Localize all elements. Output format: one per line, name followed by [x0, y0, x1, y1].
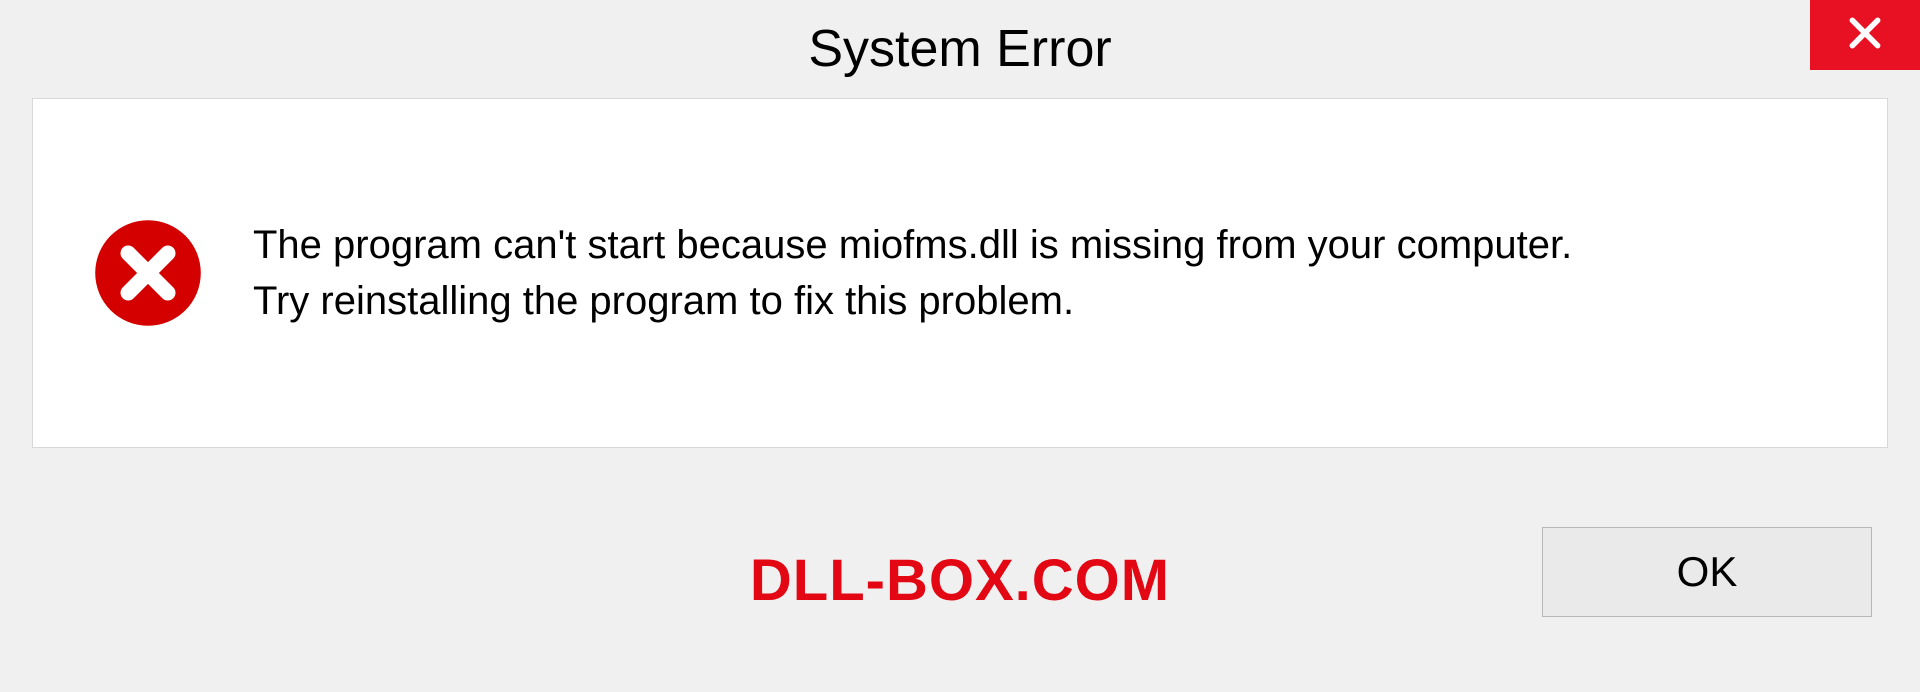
dialog-body: The program can't start because miofms.d…	[32, 98, 1888, 448]
close-button[interactable]	[1810, 0, 1920, 70]
close-icon	[1846, 14, 1884, 57]
error-message: The program can't start because miofms.d…	[253, 217, 1572, 329]
titlebar: System Error	[0, 0, 1920, 98]
error-icon	[93, 218, 203, 328]
window-title: System Error	[808, 19, 1111, 79]
error-message-line1: The program can't start because miofms.d…	[253, 217, 1572, 273]
ok-button[interactable]: OK	[1542, 527, 1872, 617]
dialog-footer: DLL-BOX.COM OK	[0, 502, 1920, 692]
watermark-text: DLL-BOX.COM	[750, 547, 1170, 614]
error-message-line2: Try reinstalling the program to fix this…	[253, 273, 1572, 329]
